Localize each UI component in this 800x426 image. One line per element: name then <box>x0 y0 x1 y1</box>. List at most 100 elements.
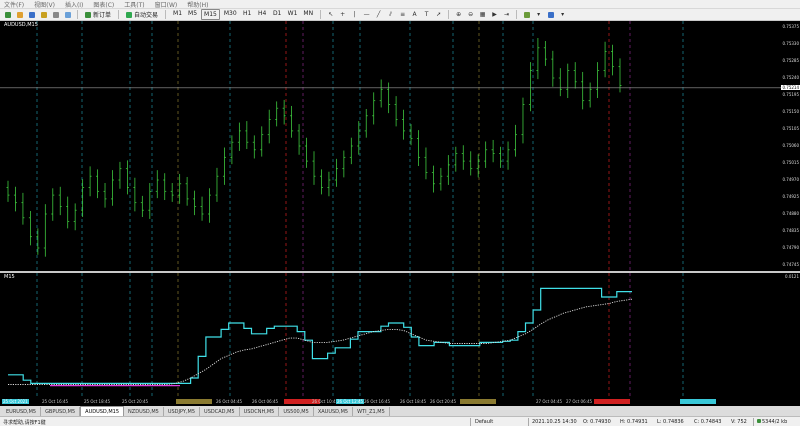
price-chart[interactable] <box>0 21 785 271</box>
timeframes-dropdown-icon[interactable]: ▾ <box>534 10 543 19</box>
time-axis-label <box>460 399 496 404</box>
zoom-in-icon[interactable]: ⊕ <box>454 10 463 19</box>
templates-icon[interactable] <box>546 10 555 19</box>
tester-icon[interactable] <box>63 10 72 19</box>
new-order-icon <box>85 11 91 18</box>
time-axis[interactable]: 25 Oct 2021 25 Oct 16:45 25 Oct 18:45 25 Oc… <box>0 397 800 406</box>
chart-tabs: EURUSD,M5 GBPUSD,M5 AUDUSD,M15 NZDUSD,M5 USD… <box>0 406 800 416</box>
timeframe-group: M1 M5 M15 M30 H1 H4 D1 W1 MN <box>171 9 315 20</box>
chart-tab[interactable]: EURUSD,M5 <box>2 407 42 416</box>
toolbar-separator <box>320 10 322 19</box>
status-profile: Default <box>475 419 494 425</box>
chart-shift-icon[interactable]: ⇥ <box>502 10 511 19</box>
terminal-icon[interactable] <box>51 10 60 19</box>
time-axis-label: 26 Oct 18:45 <box>400 399 427 404</box>
timeframe-m5-button[interactable]: M5 <box>186 9 199 18</box>
timeframe-m1-button[interactable]: M1 <box>171 9 184 18</box>
toolbar: 新订单 自动交易 M1 M5 M15 M30 H1 H4 D1 W1 MN ↖ + | — ╱ … <box>0 9 800 21</box>
timeframe-w1-button[interactable]: W1 <box>286 9 300 18</box>
chart-tab[interactable]: GBPUSD,M5 <box>41 407 81 416</box>
new-chart-icon[interactable] <box>3 10 12 19</box>
menu-item[interactable]: 插入(I) <box>65 0 83 9</box>
status-separator <box>470 418 471 426</box>
price-tick-label: 0.74790 <box>782 245 799 250</box>
price-tick-label: 0.75150 <box>782 109 799 114</box>
price-tick-label: 0.75285 <box>782 58 799 63</box>
crosshair-icon[interactable]: + <box>338 10 347 19</box>
menu-item[interactable]: 文件(F) <box>4 0 24 9</box>
options-icon[interactable]: ▾ <box>558 10 567 19</box>
trendline-icon[interactable]: ╱ <box>374 10 383 19</box>
vertical-line-icon[interactable]: | <box>350 10 359 19</box>
status-open: O: 0.74930 <box>583 419 611 425</box>
equidistant-channel-icon[interactable]: ⫽ <box>386 10 395 19</box>
menu-item[interactable]: 图表(C) <box>93 0 114 9</box>
new-order-label: 新订单 <box>93 12 112 19</box>
time-axis-label: 26 Oct 06:45 <box>252 399 279 404</box>
indicator-window[interactable]: M15 <box>0 273 785 397</box>
indicators-icon[interactable] <box>522 10 531 19</box>
timeframe-d1-button[interactable]: D1 <box>271 9 284 18</box>
chart-tab[interactable]: USDJPY,M5 <box>164 407 201 416</box>
timeframe-m15-button[interactable]: M15 <box>201 9 220 20</box>
text-icon[interactable]: A <box>410 10 419 19</box>
time-axis-label: 27 Oct 04:45 <box>536 399 563 404</box>
chart-tab[interactable]: USDCAD,M5 <box>200 407 240 416</box>
label-icon[interactable]: T <box>422 10 431 19</box>
profiles-icon[interactable] <box>15 10 24 19</box>
price-tick-label: 0.74880 <box>782 211 799 216</box>
menu-item[interactable]: 视图(V) <box>34 0 55 9</box>
price-tick-label: 0.74970 <box>782 177 799 182</box>
auto-trading-button[interactable]: 自动交易 <box>124 10 160 19</box>
indicator-axis-top: 0.0121 <box>785 274 799 279</box>
zoom-out-icon[interactable]: ⊖ <box>466 10 475 19</box>
time-axis-label: 26 Oct 12:45 <box>336 399 365 404</box>
chart-tab[interactable]: AUDUSD,M15 <box>80 406 125 416</box>
fibonacci-icon[interactable]: ≡ <box>398 10 407 19</box>
timeframe-h4-button[interactable]: H4 <box>256 9 269 18</box>
chart-tab[interactable]: WTI_Z1,M5 <box>353 407 390 416</box>
time-axis-label <box>680 399 716 404</box>
time-axis-label: 26 Oct 04:45 <box>216 399 243 404</box>
chart-tab[interactable]: XAUUSD,M5 <box>314 407 354 416</box>
price-tick-label: 0.75105 <box>782 126 799 131</box>
arrows-icon[interactable]: ➚ <box>434 10 443 19</box>
play-icon <box>126 11 133 18</box>
horizontal-line-icon[interactable]: — <box>362 10 371 19</box>
cursor-icon[interactable]: ↖ <box>326 10 335 19</box>
toolbar-separator <box>165 10 167 19</box>
chart-tab[interactable]: NZDUSD,M5 <box>124 407 164 416</box>
price-axis[interactable]: 0.75375 0.75330 0.75285 0.75240 0.75195 0.751… <box>781 21 800 271</box>
main-chart-window[interactable]: AUDUSD,M15 <box>0 21 785 271</box>
price-tick-label: 0.75195 <box>782 92 799 97</box>
timeframe-mn-button[interactable]: MN <box>301 9 315 18</box>
time-axis-label <box>176 399 212 404</box>
status-close: C: 0.74843 <box>694 419 722 425</box>
market-watch-icon[interactable] <box>27 10 36 19</box>
chart-title: AUDUSD,M15 <box>4 22 38 28</box>
toolbar-separator <box>448 10 450 19</box>
price-tick-label: 0.75060 <box>782 143 799 148</box>
indicator-chart[interactable] <box>0 273 785 397</box>
chart-tab[interactable]: USDCNH,M5 <box>240 407 280 416</box>
indicator-axis[interactable]: 0.0121 <box>785 273 800 397</box>
menu-item[interactable]: 工具(T) <box>124 0 144 9</box>
time-axis-label: 26 Oct 10:45 <box>312 399 339 404</box>
timeframe-h1-button[interactable]: H1 <box>241 9 254 18</box>
autoscroll-icon[interactable]: ▶ <box>490 10 499 19</box>
navigator-icon[interactable] <box>39 10 48 19</box>
status-separator <box>753 418 754 426</box>
status-datetime: 2021.10.25 14:30 <box>532 419 577 425</box>
tile-windows-icon[interactable]: ▦ <box>478 10 487 19</box>
price-tick-label: 0.75330 <box>782 41 799 46</box>
auto-trading-label: 自动交易 <box>134 12 159 19</box>
menu-item[interactable]: 帮助(H) <box>187 0 208 9</box>
status-separator <box>528 418 529 426</box>
chart-tab[interactable]: US500,M5 <box>279 407 314 416</box>
timeframe-m30-button[interactable]: M30 <box>222 9 239 18</box>
toolbar-separator <box>77 10 78 19</box>
menu-item[interactable]: 窗口(W) <box>155 0 178 9</box>
price-tick-label: 0.75015 <box>782 160 799 165</box>
time-axis-label: 25 Oct 20:45 <box>122 399 149 404</box>
new-order-button[interactable]: 新订单 <box>83 10 113 19</box>
